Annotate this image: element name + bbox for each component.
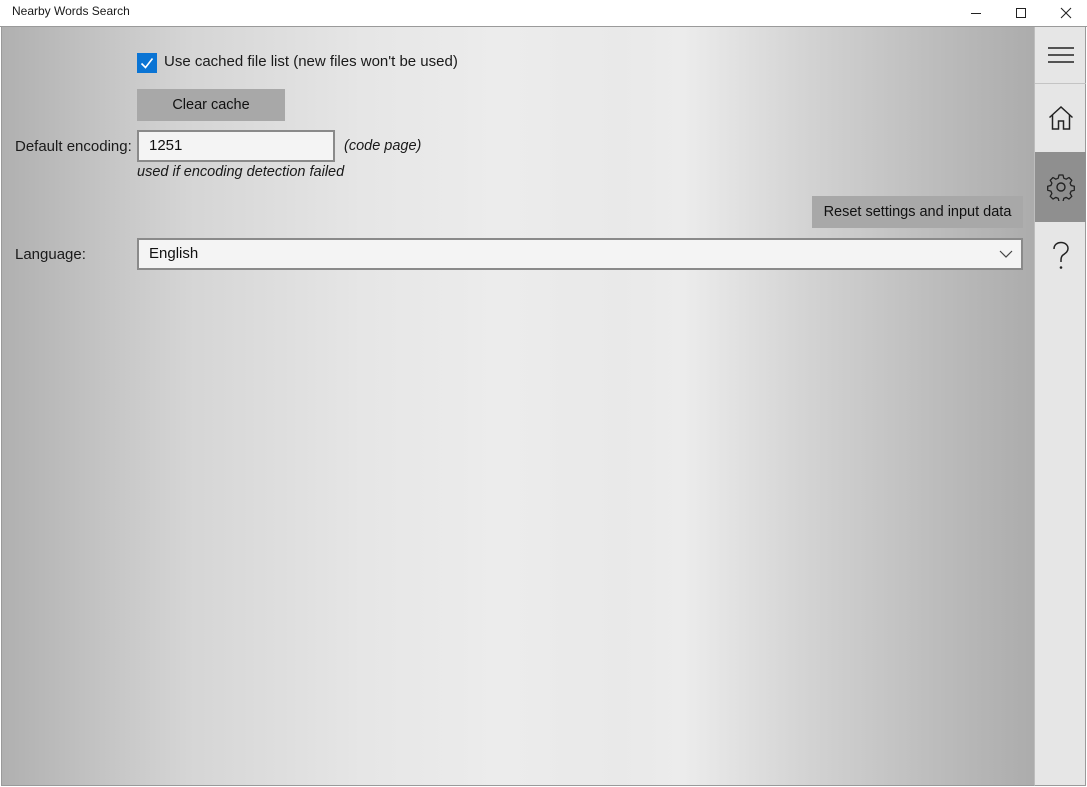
use-cached-checkbox[interactable] [137, 53, 157, 73]
reset-settings-button[interactable]: Reset settings and input data [812, 196, 1023, 228]
home-icon [1048, 105, 1073, 130]
window-title: Nearby Words Search [12, 4, 130, 18]
use-cached-label[interactable]: Use cached file list (new files won't be… [164, 53, 458, 70]
app-window: Nearby Words Search Use cached file list… [0, 0, 1087, 787]
close-button[interactable] [1043, 0, 1087, 26]
maximize-button[interactable] [998, 0, 1043, 26]
nav-settings-button[interactable] [1035, 152, 1086, 222]
language-label: Language: [15, 246, 86, 263]
maximize-icon [1015, 8, 1026, 18]
hamburger-menu-icon [1047, 47, 1074, 63]
nav-rail [1034, 27, 1086, 786]
encoding-fallback-hint: used if encoding detection failed [137, 164, 345, 180]
nav-home-button[interactable] [1035, 85, 1086, 151]
nav-help-button[interactable] [1035, 223, 1086, 289]
checkmark-icon [140, 58, 154, 69]
gear-icon [1046, 174, 1075, 201]
code-page-hint: (code page) [344, 138, 422, 154]
default-encoding-label: Default encoding: [15, 138, 132, 155]
nav-menu-button[interactable] [1035, 27, 1086, 84]
default-encoding-input[interactable]: 1251 [137, 130, 335, 162]
language-dropdown[interactable]: English [137, 238, 1023, 270]
close-icon [1060, 7, 1071, 19]
minimize-icon [970, 13, 981, 14]
clear-cache-button[interactable]: Clear cache [137, 89, 285, 121]
minimize-button[interactable] [953, 0, 998, 26]
question-mark-icon [1052, 241, 1069, 269]
language-selected-value: English [149, 245, 199, 262]
chevron-down-icon [999, 250, 1013, 258]
title-bar: Nearby Words Search [0, 0, 1087, 27]
settings-panel: Use cached file list (new files won't be… [1, 27, 1034, 786]
